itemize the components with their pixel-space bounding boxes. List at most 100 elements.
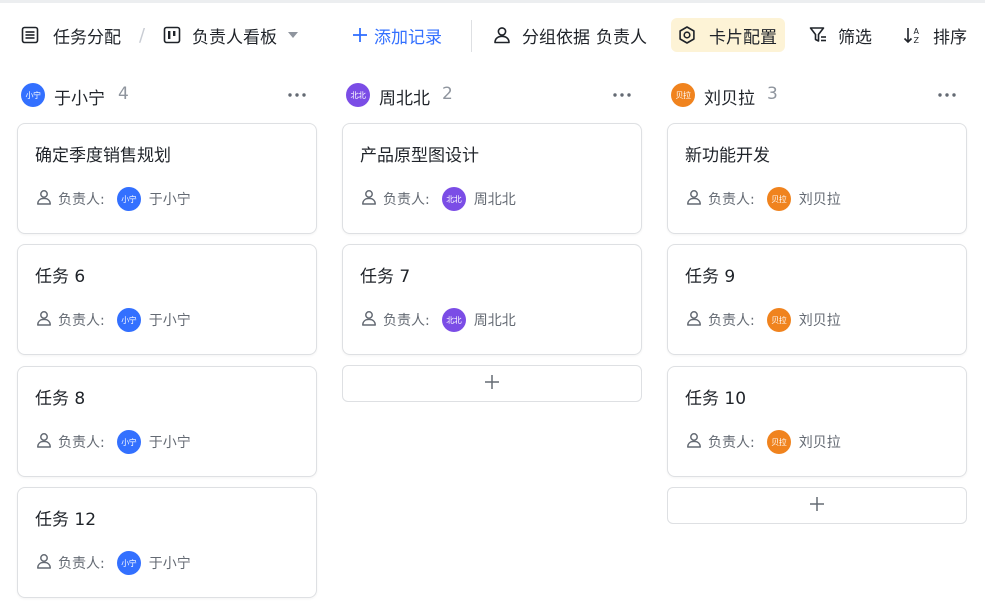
more-icon[interactable] xyxy=(935,83,959,107)
card-assignee-row: 负责人: 贝拉 刘贝拉 xyxy=(685,429,841,455)
task-card[interactable]: 任务 8 负责人: 小宁 于小宁 xyxy=(17,366,317,477)
task-card[interactable]: 任务 7 负责人: 北北 周北北 xyxy=(342,244,642,355)
task-card[interactable]: 任务 9 负责人: 贝拉 刘贝拉 xyxy=(667,244,967,355)
card-title: 任务 9 xyxy=(685,267,736,287)
add-record-button[interactable]: 添加记录 xyxy=(351,3,442,67)
sort-label: 排序 xyxy=(933,27,967,48)
assignee-label: 负责人: xyxy=(708,435,755,451)
assignee-name: 于小宁 xyxy=(148,556,191,572)
plus-icon xyxy=(483,373,501,395)
toolbar-divider xyxy=(471,20,472,52)
card-assignee-row: 负责人: 贝拉 刘贝拉 xyxy=(685,307,841,333)
card-title: 任务 10 xyxy=(685,389,747,409)
avatar: 小宁 xyxy=(21,83,45,107)
more-icon[interactable] xyxy=(285,83,309,107)
person-icon xyxy=(35,431,53,453)
assignee-name: 刘贝拉 xyxy=(798,192,841,208)
person-icon xyxy=(685,431,703,453)
avatar: 北北 xyxy=(441,308,466,332)
sort-button[interactable]: AZ 排序 xyxy=(903,3,967,67)
column-title: 于小宁 xyxy=(54,89,105,109)
avatar: 小宁 xyxy=(116,430,141,454)
person-icon xyxy=(685,188,703,210)
avatar: 贝拉 xyxy=(671,83,695,107)
caret-down-icon xyxy=(287,30,299,40)
card-config-button[interactable]: 卡片配置 xyxy=(671,18,785,52)
card-title: 任务 7 xyxy=(360,267,411,287)
avatar: 小宁 xyxy=(116,551,141,575)
assignee-label: 负责人: xyxy=(58,435,105,451)
assignee-name: 刘贝拉 xyxy=(798,313,841,329)
avatar: 北北 xyxy=(346,83,370,107)
card-title: 任务 8 xyxy=(35,389,86,409)
avatar: 小宁 xyxy=(116,187,141,211)
view-title-group[interactable]: 任务分配 xyxy=(20,3,121,67)
assignee-name: 周北北 xyxy=(473,192,516,208)
task-card[interactable]: 确定季度销售规划负责人: 小宁 于小宁 xyxy=(17,123,317,234)
card-assignee-row: 负责人: 北北 周北北 xyxy=(360,186,516,212)
toolbar: 任务分配 / 负责人看板 添加记录 分组依据 负责人 卡片配置 筛选 A Z 排… xyxy=(0,3,985,67)
person-icon xyxy=(492,25,512,45)
assignee-label: 负责人: xyxy=(58,556,105,572)
filter-button[interactable]: 筛选 xyxy=(808,3,872,67)
column-header: 小宁 于小宁 4 xyxy=(17,67,317,123)
column-title: 周北北 xyxy=(379,89,430,109)
card-assignee-row: 负责人: 小宁 于小宁 xyxy=(35,307,191,333)
person-icon xyxy=(360,188,378,210)
avatar: 贝拉 xyxy=(766,308,791,332)
assignee-label: 负责人: xyxy=(708,313,755,329)
person-icon xyxy=(685,309,703,331)
svg-text:A: A xyxy=(914,27,920,36)
column-header: 贝拉 刘贝拉 3 xyxy=(667,67,967,123)
add-card-button[interactable] xyxy=(667,487,967,524)
more-icon[interactable] xyxy=(610,83,634,107)
add-card-button[interactable] xyxy=(342,365,642,402)
card-config-label: 卡片配置 xyxy=(709,27,777,48)
card-title: 新功能开发 xyxy=(685,146,770,166)
group-by-value: 负责人 xyxy=(596,27,647,48)
task-card[interactable]: 新功能开发负责人: 贝拉 刘贝拉 xyxy=(667,123,967,234)
column-header: 北北 周北北 2 xyxy=(342,67,642,123)
task-card[interactable]: 任务 12 负责人: 小宁 于小宁 xyxy=(17,487,317,598)
group-by-label: 分组依据 xyxy=(522,27,590,48)
plus-icon xyxy=(351,26,369,44)
column-count: 2 xyxy=(442,84,453,104)
card-title: 任务 6 xyxy=(35,267,86,287)
assignee-name: 于小宁 xyxy=(148,313,191,329)
person-icon xyxy=(35,188,53,210)
person-icon xyxy=(35,552,53,574)
column-count: 3 xyxy=(767,84,778,104)
card-assignee-row: 负责人: 小宁 于小宁 xyxy=(35,186,191,212)
task-card[interactable]: 任务 6 负责人: 小宁 于小宁 xyxy=(17,244,317,355)
board-selector[interactable]: 负责人看板 xyxy=(162,3,299,67)
card-title: 确定季度销售规划 xyxy=(35,146,171,166)
assignee-label: 负责人: xyxy=(383,313,430,329)
view-title: 任务分配 xyxy=(53,27,121,48)
card-assignee-row: 负责人: 贝拉 刘贝拉 xyxy=(685,186,841,212)
avatar: 贝拉 xyxy=(766,187,791,211)
filter-icon xyxy=(808,25,828,45)
assignee-name: 于小宁 xyxy=(148,192,191,208)
assignee-name: 周北北 xyxy=(473,313,516,329)
task-card[interactable]: 任务 10 负责人: 贝拉 刘贝拉 xyxy=(667,366,967,477)
card-assignee-row: 负责人: 小宁 于小宁 xyxy=(35,429,191,455)
table-view-icon xyxy=(20,25,40,45)
column-title: 刘贝拉 xyxy=(704,89,755,109)
assignee-label: 负责人: xyxy=(58,192,105,208)
group-by-button[interactable]: 分组依据 负责人 xyxy=(492,3,647,67)
card-title: 任务 12 xyxy=(35,510,97,530)
kanban-icon xyxy=(162,25,182,45)
avatar: 小宁 xyxy=(116,308,141,332)
assignee-name: 刘贝拉 xyxy=(798,435,841,451)
assignee-name: 于小宁 xyxy=(148,435,191,451)
plus-icon xyxy=(808,495,826,517)
card-title: 产品原型图设计 xyxy=(360,146,479,166)
board-name: 负责人看板 xyxy=(192,27,277,48)
person-icon xyxy=(360,309,378,331)
assignee-label: 负责人: xyxy=(383,192,430,208)
assignee-label: 负责人: xyxy=(58,313,105,329)
gear-icon xyxy=(677,25,697,45)
svg-text:Z: Z xyxy=(914,36,920,45)
task-card[interactable]: 产品原型图设计负责人: 北北 周北北 xyxy=(342,123,642,234)
breadcrumb-separator: / xyxy=(139,24,146,46)
